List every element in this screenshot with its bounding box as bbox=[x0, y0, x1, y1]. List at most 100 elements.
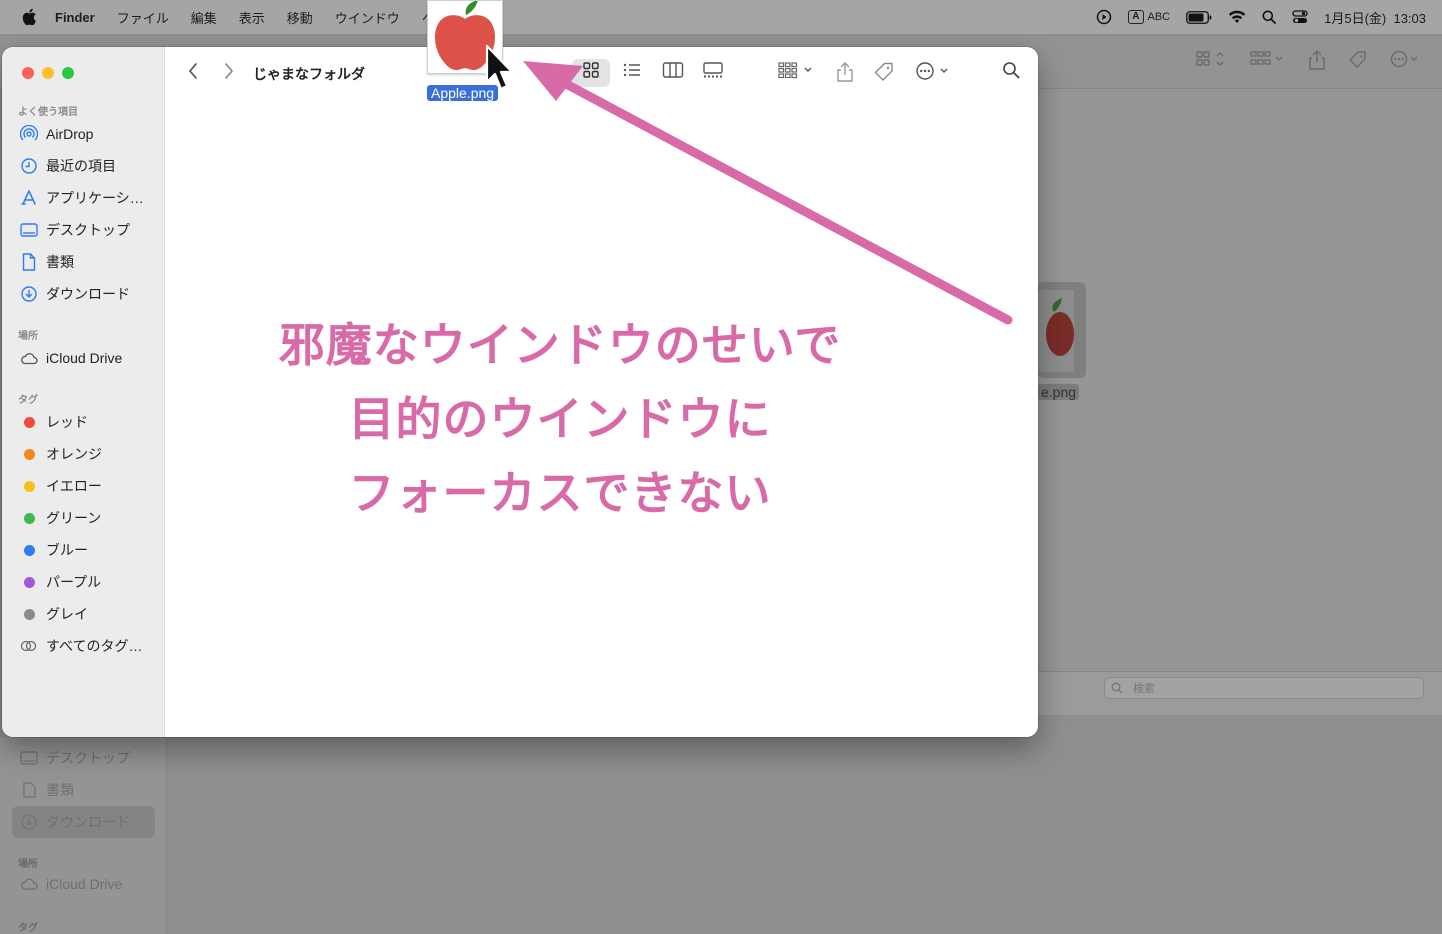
bg-share-icon bbox=[1308, 50, 1326, 75]
cloud-icon bbox=[21, 878, 38, 890]
group-by-button[interactable] bbox=[778, 61, 818, 79]
search-icon bbox=[1003, 62, 1020, 79]
all-tags-icon bbox=[20, 640, 37, 652]
annotation-line-3: フォーカスできない bbox=[348, 466, 772, 520]
bg-search-placeholder: 検索 bbox=[1133, 683, 1155, 695]
annotation-line-1: 邪魔なウインドウのせいで bbox=[278, 318, 842, 372]
sidebar-tag-green[interactable]: グリーン bbox=[20, 507, 101, 529]
menu-bar: Finder ファイル 編集 表示 移動 ウインドウ ヘ A ABC 1月5日(… bbox=[0, 0, 1442, 34]
ellipsis-circle-icon bbox=[916, 62, 948, 80]
sidebar-item-label: すべてのタグ… bbox=[46, 638, 143, 654]
sidebar-item-desktop[interactable]: デスクトップ bbox=[20, 219, 130, 241]
tag-dot-yellow bbox=[23, 480, 35, 492]
screen-recording-icon[interactable] bbox=[1096, 9, 1112, 25]
sidebar-tag-blue[interactable]: ブルー bbox=[20, 539, 88, 561]
bg-sidebar-label: iCloud Drive bbox=[46, 876, 123, 892]
bg-sidebar-label: 書類 bbox=[46, 782, 74, 798]
tag-button[interactable] bbox=[873, 61, 895, 83]
input-source-badge: A bbox=[1128, 10, 1144, 24]
tag-dot-orange bbox=[23, 448, 35, 460]
sidebar-tag-yellow[interactable]: イエロー bbox=[20, 475, 102, 497]
more-actions-button[interactable] bbox=[915, 61, 951, 81]
apple-image-icon bbox=[1038, 290, 1074, 372]
tag-dot-red bbox=[23, 416, 35, 428]
menu-clock[interactable]: 1月5日(金) 13:03 bbox=[1324, 8, 1426, 27]
sidebar-tag-purple[interactable]: パープル bbox=[20, 571, 101, 593]
input-source-menu[interactable]: A ABC bbox=[1128, 10, 1170, 24]
bg-sidebar-header-tags: タグ bbox=[18, 923, 38, 934]
sidebar-header-tags: タグ bbox=[18, 395, 38, 406]
tag-dot-green bbox=[23, 512, 35, 524]
desktop-icon bbox=[20, 751, 38, 765]
bg-tag-icon bbox=[1348, 50, 1368, 75]
icon-view-button[interactable] bbox=[582, 61, 600, 79]
sidebar-item-recents[interactable]: 最近の項目 bbox=[20, 155, 116, 177]
gallery-icon bbox=[703, 62, 723, 78]
chevron-right-icon bbox=[225, 63, 234, 79]
share-button[interactable] bbox=[836, 61, 854, 83]
apple-menu-icon[interactable] bbox=[20, 8, 38, 26]
bg-sidebar-item-icloud[interactable]: iCloud Drive bbox=[20, 876, 122, 892]
download-icon bbox=[21, 814, 37, 830]
zoom-window-button[interactable] bbox=[62, 67, 74, 79]
sidebar-item-label: デスクトップ bbox=[46, 222, 130, 238]
tag-dot-purple bbox=[23, 576, 35, 588]
group-icon bbox=[778, 62, 812, 79]
menu-file[interactable]: ファイル bbox=[117, 8, 169, 27]
bg-sidebar-label: デスクトップ bbox=[46, 750, 130, 766]
sidebar-item-label: グリーン bbox=[46, 510, 102, 526]
sidebar-tag-orange[interactable]: オレンジ bbox=[20, 443, 102, 465]
sidebar-item-label: イエロー bbox=[46, 478, 102, 494]
background-file-apple[interactable]: e.png bbox=[1038, 282, 1086, 400]
sidebar-item-label: ダウンロード bbox=[46, 286, 130, 302]
sidebar-header-favorites: よく使う項目 bbox=[18, 107, 78, 118]
menu-view[interactable]: 表示 bbox=[239, 8, 265, 27]
sidebar-item-label: iCloud Drive bbox=[46, 350, 123, 366]
sidebar-item-icloud-drive[interactable]: iCloud Drive bbox=[20, 347, 122, 369]
spotlight-search-icon[interactable] bbox=[1262, 10, 1277, 24]
background-search-field[interactable]: 検索 bbox=[1104, 677, 1424, 699]
sidebar-item-airdrop[interactable]: AirDrop bbox=[20, 123, 93, 145]
menu-app-finder[interactable]: Finder bbox=[55, 10, 95, 25]
sidebar-item-applications[interactable]: アプリケーシ… bbox=[20, 187, 144, 209]
bg-sidebar-header-places: 場所 bbox=[18, 859, 38, 870]
bg-sidebar-item-documents[interactable]: 書類 bbox=[20, 780, 74, 800]
airdrop-icon bbox=[20, 125, 38, 141]
gallery-view-button[interactable] bbox=[702, 61, 724, 79]
sidebar-item-label: 最近の項目 bbox=[46, 158, 116, 174]
sidebar-item-downloads[interactable]: ダウンロード bbox=[20, 283, 130, 305]
background-file-thumbnail bbox=[1038, 282, 1086, 378]
forward-button[interactable] bbox=[223, 61, 235, 81]
applications-icon bbox=[21, 190, 36, 205]
list-icon bbox=[623, 63, 640, 77]
sidebar-item-documents[interactable]: 書類 bbox=[20, 251, 74, 273]
menu-window[interactable]: ウインドウ bbox=[335, 8, 400, 27]
back-button[interactable] bbox=[187, 61, 199, 81]
sidebar-tag-gray[interactable]: グレイ bbox=[20, 603, 88, 625]
minimize-window-button[interactable] bbox=[42, 67, 54, 79]
control-center-icon[interactable] bbox=[1292, 9, 1308, 25]
background-file-label: e.png bbox=[1038, 384, 1080, 400]
mouse-cursor-icon bbox=[485, 44, 514, 91]
document-icon bbox=[23, 782, 36, 798]
bg-sidebar-item-downloads[interactable]: ダウンロード bbox=[20, 812, 130, 832]
sidebar-item-label: AirDrop bbox=[46, 126, 94, 142]
menu-edit[interactable]: 編集 bbox=[191, 8, 217, 27]
bg-sidebar-item-desktop[interactable]: デスクトップ bbox=[20, 748, 130, 768]
menu-go[interactable]: 移動 bbox=[287, 8, 313, 27]
sidebar-tag-red[interactable]: レッド bbox=[20, 411, 88, 433]
search-button[interactable] bbox=[1002, 61, 1020, 79]
sidebar-item-label: ブルー bbox=[46, 542, 88, 558]
wifi-icon[interactable] bbox=[1228, 10, 1246, 24]
list-view-button[interactable] bbox=[622, 61, 642, 79]
clock-icon bbox=[21, 158, 37, 174]
column-view-button[interactable] bbox=[662, 61, 684, 79]
download-icon bbox=[21, 286, 37, 302]
sidebar-all-tags[interactable]: すべてのタグ… bbox=[20, 635, 142, 657]
grid-icon bbox=[583, 62, 599, 78]
document-icon bbox=[22, 253, 36, 271]
sidebar-item-label: レッド bbox=[46, 414, 88, 430]
background-lower-pane bbox=[166, 715, 1442, 934]
close-window-button[interactable] bbox=[22, 67, 34, 79]
battery-icon[interactable] bbox=[1186, 10, 1212, 24]
